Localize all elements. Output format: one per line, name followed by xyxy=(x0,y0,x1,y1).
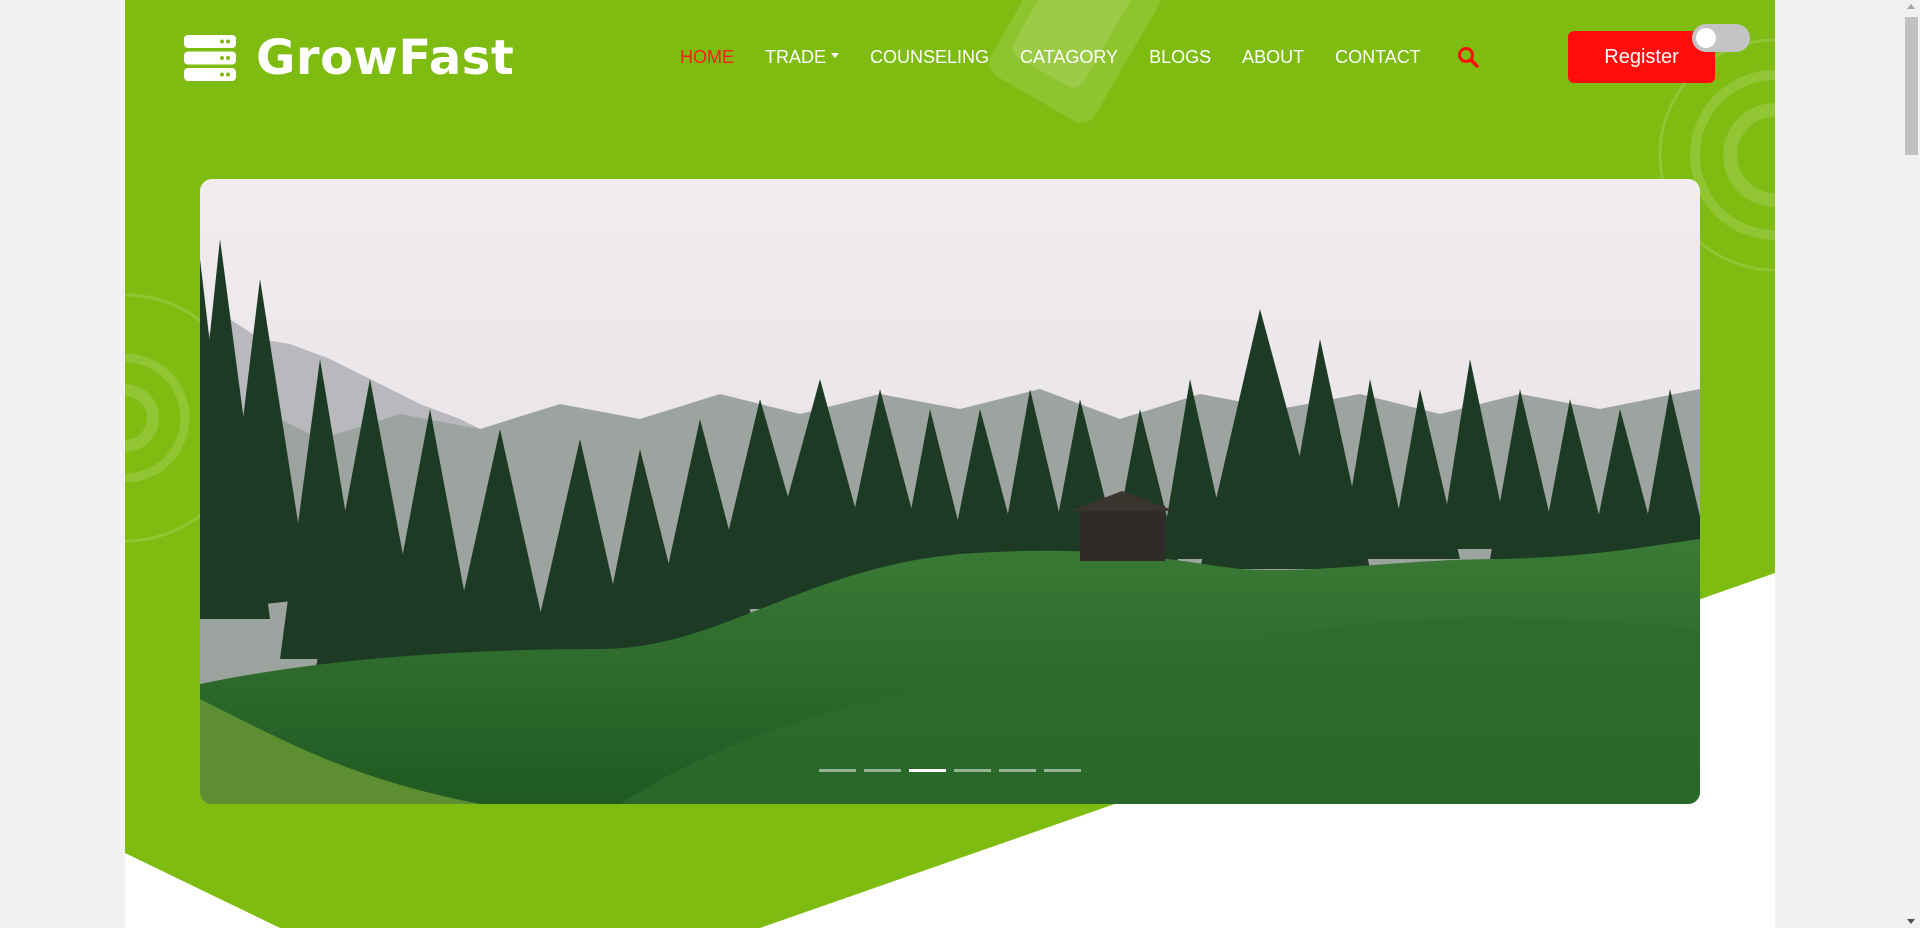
brand-name: GrowFast xyxy=(256,30,515,86)
carousel-indicator-4[interactable] xyxy=(954,769,991,772)
scroll-thumb[interactable] xyxy=(1905,17,1918,155)
nav-catagory[interactable]: CATAGORY xyxy=(1020,47,1118,68)
nav-trade[interactable]: TRADE xyxy=(765,46,840,68)
carousel-indicator-2[interactable] xyxy=(864,769,901,772)
nav-home[interactable]: HOME xyxy=(680,47,734,68)
toggle-knob xyxy=(1696,28,1716,48)
scroll-down-arrow-icon[interactable] xyxy=(1907,919,1915,924)
search-icon[interactable] xyxy=(1457,46,1479,68)
carousel-indicators xyxy=(200,769,1700,772)
vertical-scrollbar[interactable] xyxy=(1903,0,1920,928)
server-stack-icon xyxy=(184,35,236,81)
main-nav: HOME TRADE COUNSELING CATAGORY BLOGS ABO… xyxy=(680,44,1511,70)
caret-down-icon xyxy=(831,53,840,59)
hero-carousel[interactable] xyxy=(200,179,1700,804)
carousel-indicator-5[interactable] xyxy=(999,769,1036,772)
site-header: GrowFast HOME TRADE COUNSELING CATAGORY … xyxy=(125,0,1775,112)
forest-landscape-image xyxy=(200,179,1700,804)
nav-blogs[interactable]: BLOGS xyxy=(1149,47,1211,68)
scroll-up-arrow-icon[interactable] xyxy=(1907,4,1915,9)
carousel-indicator-6[interactable] xyxy=(1044,769,1081,772)
page: GrowFast HOME TRADE COUNSELING CATAGORY … xyxy=(125,0,1775,928)
nav-counseling[interactable]: COUNSELING xyxy=(870,47,989,68)
carousel-indicator-3[interactable] xyxy=(909,769,946,772)
nav-trade-label: TRADE xyxy=(765,46,827,67)
theme-toggle[interactable] xyxy=(1692,24,1750,52)
brand-logo[interactable]: GrowFast xyxy=(184,30,514,86)
nav-contact[interactable]: CONTACT xyxy=(1335,47,1421,68)
carousel-indicator-1[interactable] xyxy=(819,769,856,772)
nav-about[interactable]: ABOUT xyxy=(1242,47,1304,68)
